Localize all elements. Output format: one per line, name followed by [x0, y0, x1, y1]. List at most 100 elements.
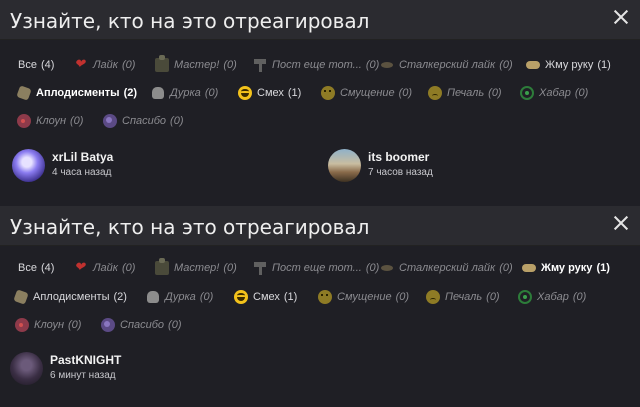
- thanks-icon: [101, 318, 115, 332]
- tab-count: (4): [40, 262, 55, 274]
- dialog-header: Узнайте, кто на это отреагировал: [0, 206, 640, 246]
- tab-count: (0): [574, 87, 589, 99]
- tab-count: (0): [199, 291, 214, 303]
- tab-stalker-like[interactable]: Сталкерский лайк (0): [380, 258, 513, 278]
- clown-icon: [17, 114, 31, 128]
- tab-count: (0): [223, 59, 237, 71]
- avatar[interactable]: [12, 149, 45, 182]
- tab-count: (0): [365, 262, 380, 274]
- avatar[interactable]: [10, 352, 43, 385]
- tab-laugh[interactable]: Смех (1): [238, 83, 301, 103]
- confused-icon: [318, 290, 332, 304]
- username-link[interactable]: xrLil Batya: [52, 150, 113, 164]
- avatar[interactable]: [328, 149, 361, 182]
- tab-label: Пост еще тот...: [272, 59, 362, 71]
- tab-handshake[interactable]: Жму руку (1): [526, 55, 611, 75]
- clap-icon: [14, 290, 28, 304]
- tab-thanks[interactable]: Спасибо (0): [103, 111, 184, 131]
- username-link[interactable]: PastKNIGHT: [50, 353, 121, 367]
- tab-count: (0): [365, 59, 380, 71]
- tab-label: Печаль: [447, 87, 485, 99]
- tab-count: (0): [121, 262, 136, 274]
- tab-clown[interactable]: Клоун (0): [15, 315, 81, 335]
- tab-count: (0): [170, 115, 184, 127]
- tab-count: (0): [223, 262, 237, 274]
- tab-label: Жму руку: [541, 262, 593, 274]
- tab-count: (0): [121, 59, 136, 71]
- tab-label: Дурка: [165, 291, 196, 303]
- tab-label: Все: [18, 59, 37, 71]
- tab-sadness[interactable]: Печаль (0): [426, 287, 500, 307]
- toolbox-icon: [155, 55, 169, 72]
- sad-icon: [426, 290, 440, 304]
- tab-loot[interactable]: Хабар (0): [520, 83, 588, 103]
- tab-thanks[interactable]: Спасибо (0): [101, 315, 182, 335]
- tab-label: Спасибо: [120, 319, 165, 331]
- tab-label: Спасибо: [122, 115, 167, 127]
- clown-icon: [15, 318, 29, 332]
- tab-label: Все: [18, 262, 37, 274]
- tab-label: Мастер!: [174, 59, 220, 71]
- tab-label: Лайк: [93, 59, 118, 71]
- timestamp: 6 минут назад: [50, 370, 116, 381]
- tab-durka[interactable]: Дурка (0): [146, 287, 213, 307]
- tab-count: (0): [70, 115, 84, 127]
- tab-label: Сталкерский лайк: [399, 262, 496, 274]
- tab-count: (0): [486, 291, 500, 303]
- reactions-dialog: Узнайте, кто на это отреагировал Все (4) …: [0, 206, 640, 407]
- tab-count: (0): [398, 87, 413, 99]
- tab-stalker-like[interactable]: Сталкерский лайк (0): [380, 55, 513, 75]
- tab-label: Аплодисменты: [33, 291, 110, 303]
- tab-confusion[interactable]: Смущение (0): [321, 83, 412, 103]
- tab-like[interactable]: Лайк(0): [74, 55, 135, 75]
- tab-label: Аплодисменты: [36, 87, 120, 99]
- tab-count: (0): [395, 291, 410, 303]
- tab-all[interactable]: Все (4): [18, 55, 54, 75]
- tab-count: (2): [123, 87, 138, 99]
- close-icon[interactable]: [613, 9, 629, 25]
- tab-master[interactable]: Мастер! (0): [155, 258, 237, 278]
- tab-count: (0): [572, 291, 587, 303]
- tab-all[interactable]: Все (4): [18, 258, 54, 278]
- tab-count: (1): [597, 59, 611, 71]
- loot-icon: [520, 86, 534, 100]
- tab-count: (4): [40, 59, 55, 71]
- tab-count: (0): [499, 59, 513, 71]
- tab-loot[interactable]: Хабар (0): [518, 287, 586, 307]
- dialog-header: Узнайте, кто на это отреагировал: [0, 0, 640, 40]
- tab-laugh[interactable]: Смех (1): [234, 287, 297, 307]
- tab-label: Печаль: [445, 291, 483, 303]
- sad-icon: [428, 86, 442, 100]
- tab-sadness[interactable]: Печаль (0): [428, 83, 502, 103]
- username-link[interactable]: its boomer: [368, 150, 429, 164]
- handshake-icon: [526, 58, 540, 72]
- laugh-icon: [238, 86, 252, 100]
- tab-count: (1): [287, 87, 302, 99]
- tab-handshake[interactable]: Жму руку (1): [522, 258, 610, 278]
- confused-icon: [321, 86, 335, 100]
- tab-label: Смех: [257, 87, 284, 99]
- tab-count: (1): [596, 262, 610, 274]
- tab-label: Смущение: [337, 291, 392, 303]
- tab-clown[interactable]: Клоун (0): [17, 111, 83, 131]
- pawprint-icon: [380, 58, 394, 72]
- tab-applause[interactable]: Аплодисменты (2): [14, 287, 127, 307]
- tab-count: (0): [204, 87, 219, 99]
- tab-post[interactable]: Пост еще тот... (0): [253, 258, 379, 278]
- dialog-title: Узнайте, кто на это отреагировал: [10, 215, 370, 239]
- tab-durka[interactable]: Дурка (0): [151, 83, 218, 103]
- tab-confusion[interactable]: Смущение (0): [318, 287, 409, 307]
- tab-like[interactable]: Лайк(0): [74, 258, 135, 278]
- tab-post[interactable]: Пост еще тот... (0): [253, 55, 379, 75]
- tab-master[interactable]: Мастер! (0): [155, 55, 237, 75]
- tab-count: (0): [68, 319, 82, 331]
- tab-label: Лайк: [93, 262, 118, 274]
- tab-count: (0): [168, 319, 182, 331]
- tab-label: Смех: [253, 291, 280, 303]
- tab-label: Мастер!: [174, 262, 220, 274]
- close-icon[interactable]: [613, 215, 629, 231]
- clap-icon: [17, 86, 31, 100]
- tab-label: Сталкерский лайк: [399, 59, 496, 71]
- timestamp: 4 часа назад: [52, 167, 112, 178]
- tab-applause[interactable]: Аплодисменты (2): [17, 83, 137, 103]
